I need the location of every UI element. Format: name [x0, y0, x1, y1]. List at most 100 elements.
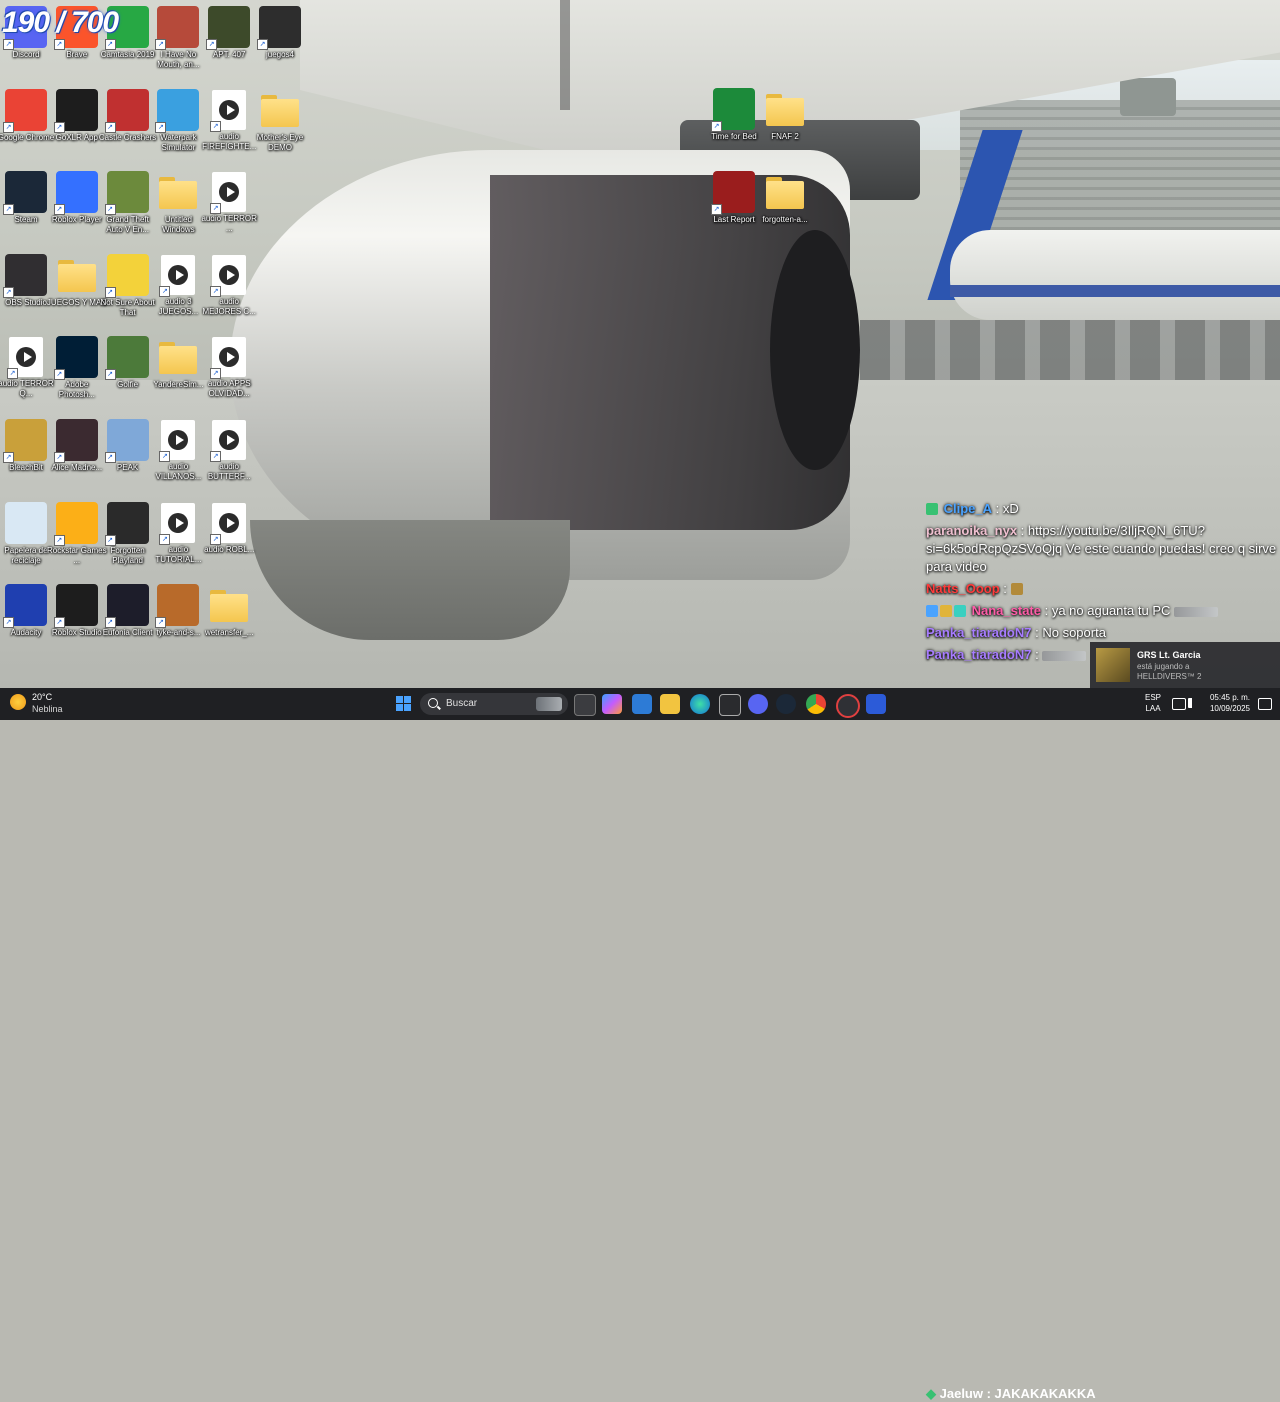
- shortcut-arrow-icon: ↗: [3, 286, 14, 298]
- desktop-icon-forgotten-a[interactable]: forgotten-a...: [760, 171, 810, 225]
- app-taskbar-icon[interactable]: [866, 694, 886, 714]
- gta-icon: ↗: [104, 171, 149, 216]
- desktop-icon-gta[interactable]: ↗ Grand Theft Auto V En...: [103, 171, 153, 235]
- store-icon[interactable]: [632, 694, 652, 714]
- desktop-icon-wetransfer[interactable]: wetransfer_...: [204, 584, 254, 638]
- desktop-icon-time-for-bed[interactable]: ↗ Time for Bed: [709, 88, 759, 142]
- desktop-icon-fnaf2[interactable]: FNAF 2: [760, 88, 810, 142]
- edge-icon[interactable]: [690, 694, 710, 714]
- desktop-icon-audacity[interactable]: ↗ Audacity: [1, 584, 51, 638]
- shortcut-arrow-icon: ↗: [711, 204, 722, 215]
- play-icon: [176, 269, 185, 280]
- photoshop-icon: ↗: [53, 336, 98, 381]
- desktop-icon-audio-mejores[interactable]: ↗ audio MEJORES C...: [203, 254, 256, 317]
- desktop-icon-roblox-studio[interactable]: ↗ Roblox Studio: [52, 584, 102, 638]
- desktop-icon-goxlr[interactable]: ↗ GoXLR App: [52, 88, 102, 143]
- audio-mejores-icon: ↗: [210, 254, 247, 297]
- start-button[interactable]: [396, 696, 412, 712]
- desktop-icon-juegos-y-mas[interactable]: JUEGOS Y MAS: [47, 254, 107, 308]
- desktop-icon-epic[interactable]: ↗ Forgotten Playland: [103, 501, 153, 566]
- shortcut-arrow-icon: ↗: [210, 203, 222, 215]
- rockstar-icon: ↗: [53, 501, 98, 546]
- last-report-icon: ↗: [711, 171, 755, 215]
- shortcut-arrow-icon: ↗: [104, 39, 116, 50]
- language-indicator[interactable]: ESP LAA: [1142, 692, 1164, 714]
- taskbar-search[interactable]: Buscar: [420, 693, 568, 715]
- shortcut-arrow-icon: ↗: [104, 286, 116, 298]
- audio-terror-icon: ↗: [210, 172, 247, 215]
- desktop-icon-castle[interactable]: ↗ Castle Crashers: [99, 88, 156, 143]
- desktop-icon-audio-villanos[interactable]: ↗ audio VILLANOS...: [153, 419, 203, 482]
- shortcut-arrow-icon: ↗: [210, 451, 222, 462]
- desktop-icon-rockstar[interactable]: ↗ Rockstar Games ...: [47, 501, 107, 566]
- file-explorer-icon[interactable]: [660, 694, 680, 714]
- wallpaper-wing-edge: [560, 0, 570, 110]
- desktop-icon-audio-firefighter[interactable]: ↗ audio FIREFIGHTE...: [202, 89, 256, 152]
- desktop-icon-eufonia[interactable]: ↗ Eufonia Client: [103, 584, 153, 638]
- chrome-taskbar-icon[interactable]: [806, 694, 826, 714]
- chat-last-line: ◆ Jaeluw : JAKAKAKAKKA: [926, 1386, 1096, 1401]
- desktop-icon-golfie[interactable]: ↗ Golfie: [103, 336, 153, 390]
- desktop-icon-last-report[interactable]: ↗ Last Report: [709, 171, 759, 225]
- desktop-icon-roblox-player[interactable]: ↗ Roblox Player: [52, 171, 102, 225]
- desktop-icon-juegos4[interactable]: ↗ juegos4: [255, 6, 305, 60]
- activity-notification[interactable]: GRS Lt. Garcia está jugando a HELLDIVERS…: [1090, 642, 1280, 688]
- audio-villanos-icon: ↗: [159, 420, 196, 462]
- shortcut-arrow-icon: ↗: [53, 534, 65, 546]
- steam-taskbar-icon[interactable]: [776, 694, 796, 714]
- desktop-icon-yandere[interactable]: YandereSim...: [153, 336, 203, 390]
- keyboard-layout: LAA: [1145, 704, 1161, 713]
- chat-badge-icon: [926, 605, 938, 617]
- desktop-icon-obs[interactable]: ↗ OBS Studio: [1, 253, 51, 308]
- volume-icon[interactable]: [1188, 698, 1204, 708]
- desktop-icon-photoshop[interactable]: ↗ Adobe Photosh...: [52, 336, 102, 400]
- desktop-icon-audio-butterf[interactable]: ↗ audio BUTTERF...: [204, 419, 254, 482]
- clock[interactable]: 05:45 p. m. 10/09/2025: [1204, 692, 1256, 714]
- shortcut-arrow-icon: ↗: [53, 121, 65, 133]
- stream-counter: 190 / 700: [2, 6, 119, 39]
- desktop-icon-audio-robl[interactable]: ↗ audio ROBL...: [204, 502, 254, 555]
- weather-description: Neblina: [32, 704, 63, 714]
- obs-taskbar-icon[interactable]: [836, 694, 860, 718]
- shortcut-arrow-icon: ↗: [3, 121, 14, 133]
- taskbar: 20°C Neblina Buscar ◆ Jaeluw : JAKAKAKAK…: [0, 688, 1280, 1401]
- desktop-icon-audio-terror[interactable]: ↗ audio TERROR ...: [201, 171, 257, 234]
- juegos4-icon: ↗: [257, 6, 301, 50]
- desktop-icon-waterpark[interactable]: ↗ Waterpark Simulator: [153, 88, 203, 153]
- desktop-icon-recycle[interactable]: Papelera de reciclaje: [1, 501, 51, 566]
- desktop-icon-tyke[interactable]: ↗ tyke-and-s...: [153, 584, 203, 638]
- desktop-icon-peak[interactable]: ↗ PEAK: [103, 419, 153, 473]
- shortcut-arrow-icon: ↗: [53, 204, 65, 216]
- desktop-icon-audio-apps[interactable]: ↗ audio APPS OLVIDAD...: [204, 336, 254, 399]
- shortcut-arrow-icon: ↗: [3, 39, 14, 50]
- desktop-icon-audio-terror2[interactable]: ↗ audio TERROR Q...: [0, 336, 54, 399]
- notification-game: HELLDIVERS™ 2: [1137, 672, 1202, 681]
- notification-bell-icon[interactable]: [1258, 698, 1272, 710]
- chat-emote-icon: [1174, 606, 1218, 617]
- discord-taskbar-icon[interactable]: [748, 694, 768, 714]
- desktop-icon-apt407[interactable]: ↗ APT. 407: [204, 6, 254, 60]
- chat-text: ya no aguanta tu PC: [1051, 603, 1171, 618]
- desktop-icon-not-sure[interactable]: ↗ Not Sure About That: [100, 253, 155, 318]
- network-icon[interactable]: [1172, 698, 1186, 710]
- desktop-icon-untitled-windows[interactable]: Untitled Windows: [153, 171, 203, 235]
- goxlr-taskbar-icon[interactable]: [719, 694, 741, 716]
- shortcut-arrow-icon: ↗: [155, 617, 167, 629]
- desktop-icon-mothers-eye[interactable]: Mother's Eye DEMO: [255, 89, 305, 153]
- copilot-icon[interactable]: [602, 694, 622, 714]
- desktop-icon-audio-tutorial[interactable]: ↗ audio TUTORIAL...: [153, 502, 203, 565]
- desktop-icon-label: FNAF 2: [771, 132, 799, 141]
- task-view-icon[interactable]: [574, 694, 596, 716]
- eufonia-icon: ↗: [104, 584, 149, 629]
- play-icon: [176, 517, 185, 528]
- desktop-icon-bleachbit[interactable]: ↗ BleachBit: [1, 419, 51, 473]
- desktop-icon-alice[interactable]: ↗ Alice Madne...: [51, 419, 102, 473]
- desktop-icon-audio3-juegos[interactable]: ↗ audio 3 JUEGOS...: [153, 254, 203, 317]
- notification-avatar: [1096, 648, 1130, 682]
- chat-username: Panka_tiaradoN7: [926, 647, 1032, 662]
- desktop-icon-ihavenomouth[interactable]: ↗ I Have No Mouth, an...: [153, 6, 203, 70]
- desktop-icon-chrome[interactable]: ↗ Google Chrome: [0, 88, 54, 143]
- desktop-icon-steam[interactable]: ↗ Steam: [1, 171, 51, 225]
- desktop-icon-label: wetransfer_...: [204, 628, 254, 638]
- play-icon: [227, 269, 236, 280]
